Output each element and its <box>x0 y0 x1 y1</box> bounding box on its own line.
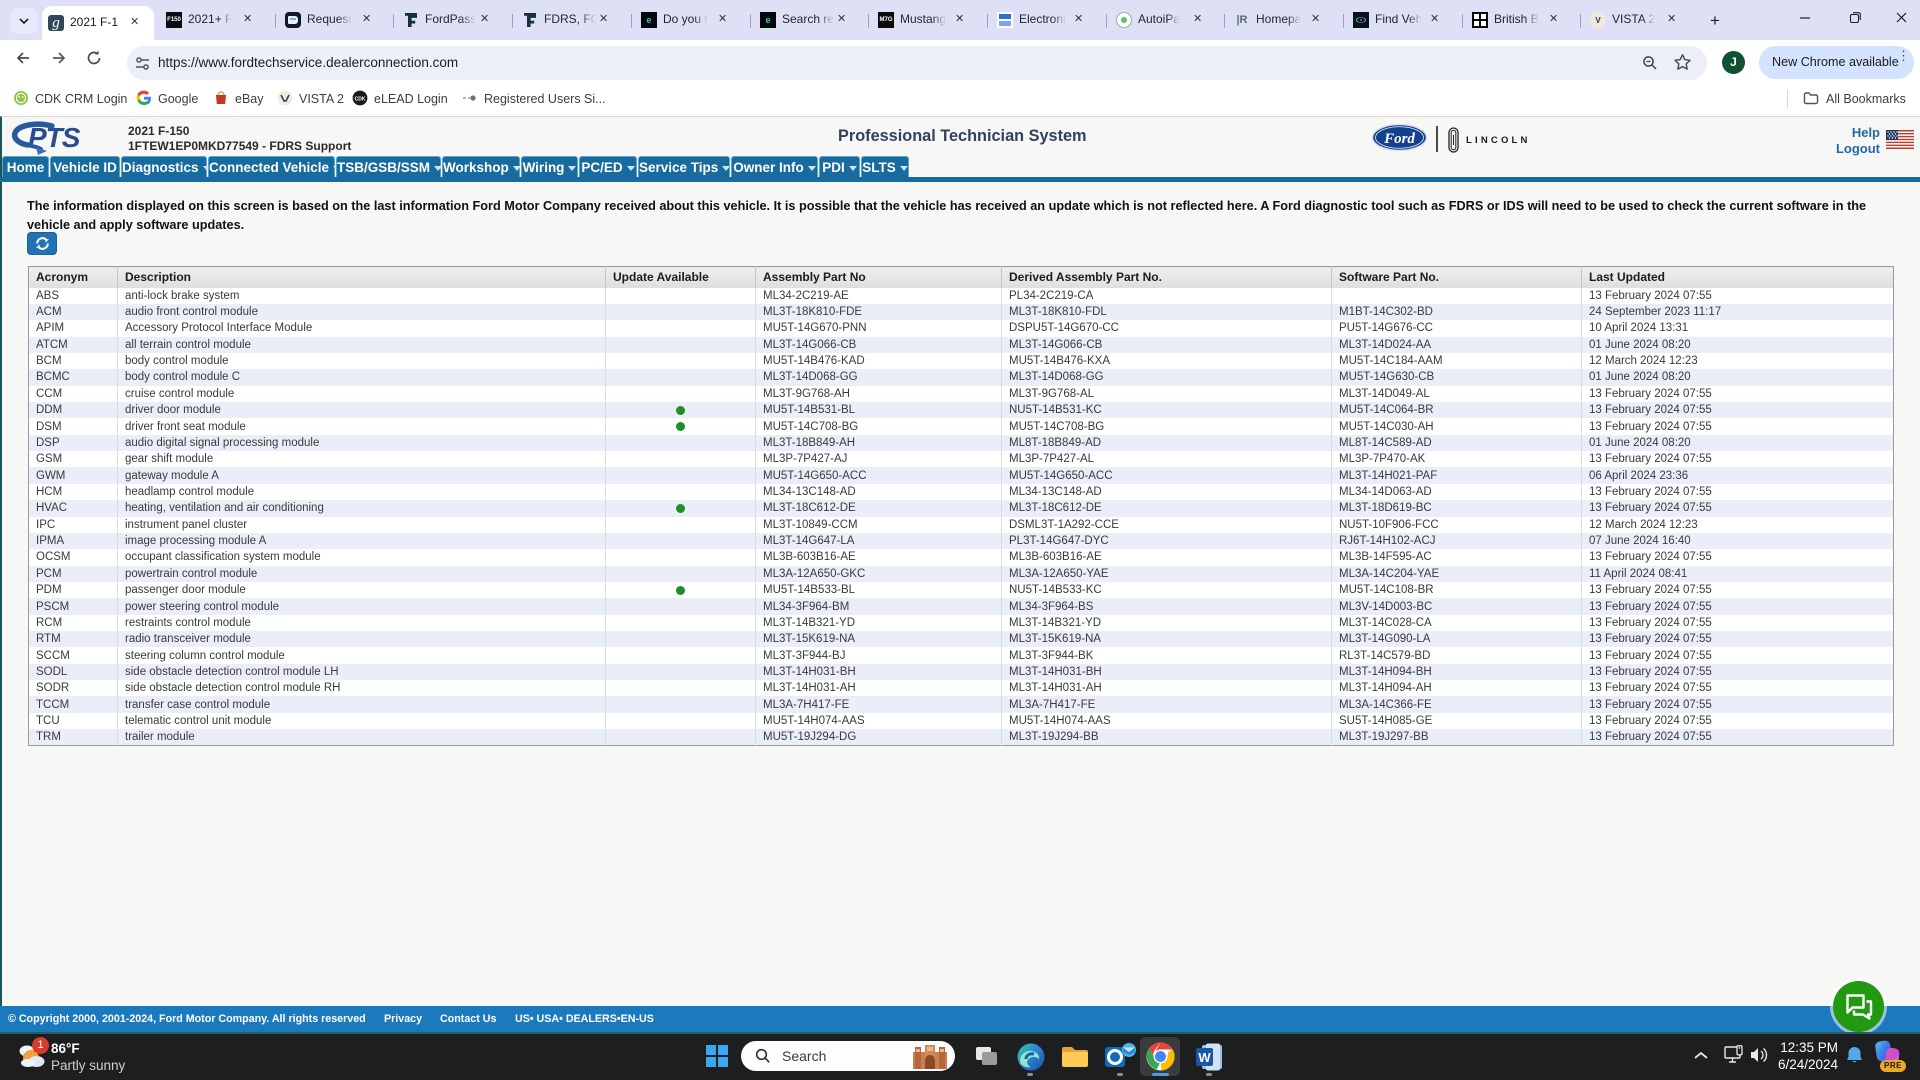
svg-text:W: W <box>1198 1050 1211 1065</box>
svg-text:Ford: Ford <box>1383 131 1415 147</box>
svg-text:CDK: CDK <box>355 97 366 103</box>
